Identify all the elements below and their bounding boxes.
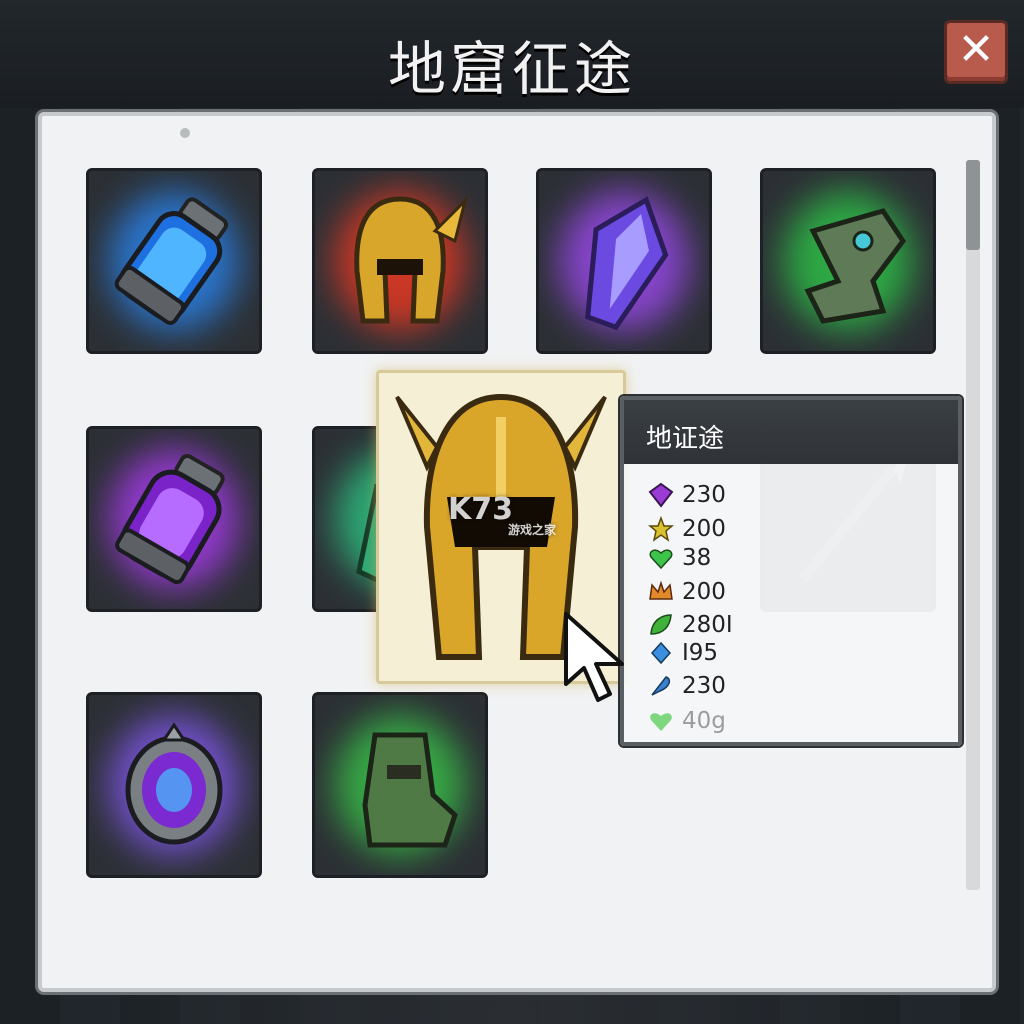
blue-potion-icon <box>114 197 229 325</box>
title-bar: 地窟征途 ✕ <box>0 0 1024 108</box>
purple-crystal-icon <box>584 196 669 331</box>
green-gauntlet-icon <box>804 208 907 324</box>
inventory-slot-8[interactable] <box>86 692 262 878</box>
watermark-logo: K73 游戏之家 <box>448 492 557 537</box>
tooltip-title-bar: 地证途 <box>624 400 958 464</box>
gold-helmet-icon <box>354 196 468 324</box>
purple-potion-icon <box>115 454 225 585</box>
purple-gem-icon <box>648 482 674 508</box>
green-heart-icon <box>649 549 673 570</box>
close-button[interactable]: ✕ <box>944 20 1008 84</box>
window-title: 地窟征途 <box>387 35 636 103</box>
inventory-slot-1[interactable] <box>86 168 262 354</box>
tooltip-title: 地证途 <box>646 424 725 454</box>
blue-diamond-icon <box>650 641 672 665</box>
green-heart-icon <box>650 713 672 731</box>
inventory-scrollbar[interactable] <box>966 160 980 890</box>
inventory-slot-3[interactable] <box>536 168 712 354</box>
crown-icon <box>649 580 673 600</box>
gold-star-icon <box>648 516 674 542</box>
item-tooltip: 地证途 230 200 38 200 280I I95 230 40g <box>620 396 962 746</box>
inventory-slot-4[interactable] <box>760 168 936 354</box>
stat-row: 200 <box>648 577 726 607</box>
inventory-slot-5[interactable] <box>86 426 262 612</box>
stat-row: 230 <box>648 480 726 510</box>
purple-amulet-icon <box>125 722 223 845</box>
stat-row: 40g <box>648 706 726 736</box>
scrollbar-thumb[interactable] <box>966 160 980 250</box>
blue-feather-icon <box>651 676 671 696</box>
green-leaf-icon <box>650 614 672 635</box>
inventory-slot-9[interactable] <box>312 692 488 878</box>
stat-row: 200 <box>648 514 726 544</box>
stat-row: 230 <box>648 671 726 701</box>
stat-row: 38 <box>648 543 711 573</box>
mouse-cursor-icon <box>564 612 624 702</box>
green-boot-icon <box>362 732 458 848</box>
inventory-slot-2[interactable] <box>312 168 488 354</box>
scroll-indicator-dot <box>180 128 190 138</box>
stat-row: 280I <box>648 610 733 640</box>
stat-row: I95 <box>648 638 718 668</box>
